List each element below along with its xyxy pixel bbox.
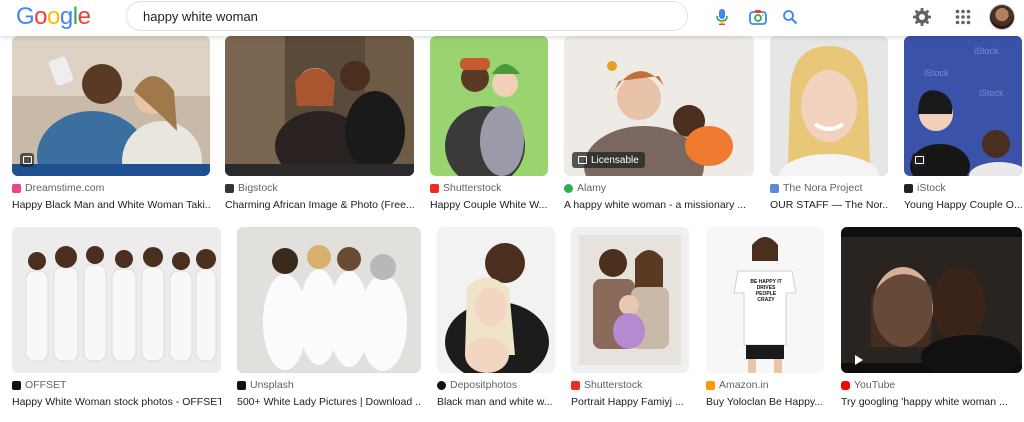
result-thumbnail[interactable] xyxy=(12,227,221,373)
image-icon xyxy=(912,153,926,167)
camera-icon[interactable] xyxy=(748,7,768,27)
search-input[interactable] xyxy=(143,7,563,25)
result-thumbnail[interactable] xyxy=(770,36,888,176)
result-title[interactable]: Black man and white w... xyxy=(437,396,555,408)
result-thumbnail[interactable] xyxy=(237,227,421,373)
source-name[interactable]: Amazon.in xyxy=(719,379,769,391)
result-title[interactable]: Charming African Image & Photo (Free... xyxy=(225,199,414,211)
source-name[interactable]: The Nora Project xyxy=(783,182,862,194)
source-favicon xyxy=(564,183,573,193)
source-name[interactable]: Unsplash xyxy=(250,379,294,391)
source-favicon xyxy=(770,183,779,193)
result-title[interactable]: Portrait Happy Famiyj ... xyxy=(571,396,689,408)
source-favicon xyxy=(225,183,234,193)
shirt-slogan: BE HAPPY IT DRIVES PEOPLE CRAZY xyxy=(750,279,782,303)
search-icon[interactable] xyxy=(780,7,800,27)
source-favicon xyxy=(904,183,913,193)
result-thumbnail[interactable] xyxy=(12,36,210,176)
result-thumbnail[interactable] xyxy=(437,227,555,373)
result-title[interactable]: Happy Black Man and White Woman Taki... xyxy=(12,199,210,211)
avatar[interactable] xyxy=(989,4,1015,30)
result-title[interactable]: Happy White Woman stock photos - OFFSET xyxy=(12,396,221,408)
search-box xyxy=(126,1,798,31)
licensable-badge[interactable]: Licensable xyxy=(572,152,645,168)
mic-icon[interactable] xyxy=(712,7,732,27)
source-favicon xyxy=(571,380,580,390)
result-title[interactable]: A happy white woman - a missionary ... xyxy=(564,199,754,211)
gear-icon[interactable] xyxy=(910,5,934,29)
result-title[interactable]: Buy Yoloclan Be Happy... xyxy=(706,396,824,408)
result-thumbnail[interactable] xyxy=(571,227,689,373)
source-favicon xyxy=(237,380,246,390)
svg-text:iStock: iStock xyxy=(924,68,949,78)
youtube-icon xyxy=(841,380,850,390)
result-thumbnail[interactable]: Licensable xyxy=(564,36,754,176)
source-name[interactable]: iStock xyxy=(917,182,946,194)
source-name[interactable]: Shutterstock xyxy=(443,182,501,194)
image-icon xyxy=(578,156,587,164)
result-thumbnail[interactable] xyxy=(225,36,414,176)
result-thumbnail[interactable]: BE HAPPY IT DRIVES PEOPLE CRAZY xyxy=(706,227,824,373)
source-name[interactable]: Dreamstime.com xyxy=(25,182,104,194)
image-icon xyxy=(20,153,34,167)
source-favicon xyxy=(12,183,21,193)
result-thumbnail[interactable] xyxy=(430,36,548,176)
source-favicon xyxy=(706,380,715,390)
badge-label: Licensable xyxy=(591,154,639,166)
apps-icon[interactable] xyxy=(951,5,975,29)
result-title[interactable]: 500+ White Lady Pictures | Download ... xyxy=(237,396,421,408)
source-name[interactable]: Depositphotos xyxy=(450,379,517,391)
source-name[interactable]: Shutterstock xyxy=(584,379,642,391)
source-name[interactable]: Alamy xyxy=(577,182,606,194)
source-name[interactable]: OFFSET xyxy=(25,379,66,391)
result-title[interactable]: Happy Couple White W... xyxy=(430,199,548,211)
google-logo[interactable]: Google xyxy=(16,3,91,31)
result-title[interactable]: Try googling 'happy white woman ... xyxy=(841,396,1022,408)
result-title[interactable]: OUR STAFF — The Nor... xyxy=(770,199,888,211)
result-thumbnail[interactable] xyxy=(841,227,1022,373)
top-bar: Google xyxy=(0,0,1024,36)
source-name[interactable]: YouTube xyxy=(854,379,895,391)
result-title[interactable]: Young Happy Couple O... xyxy=(904,199,1022,211)
source-favicon xyxy=(437,380,446,390)
source-favicon xyxy=(430,183,439,193)
source-name[interactable]: Bigstock xyxy=(238,182,278,194)
svg-text:iStock: iStock xyxy=(974,46,999,56)
svg-text:iStock: iStock xyxy=(979,88,1004,98)
result-thumbnail[interactable]: iStock iStock iStock xyxy=(904,36,1022,176)
source-favicon xyxy=(12,380,21,390)
